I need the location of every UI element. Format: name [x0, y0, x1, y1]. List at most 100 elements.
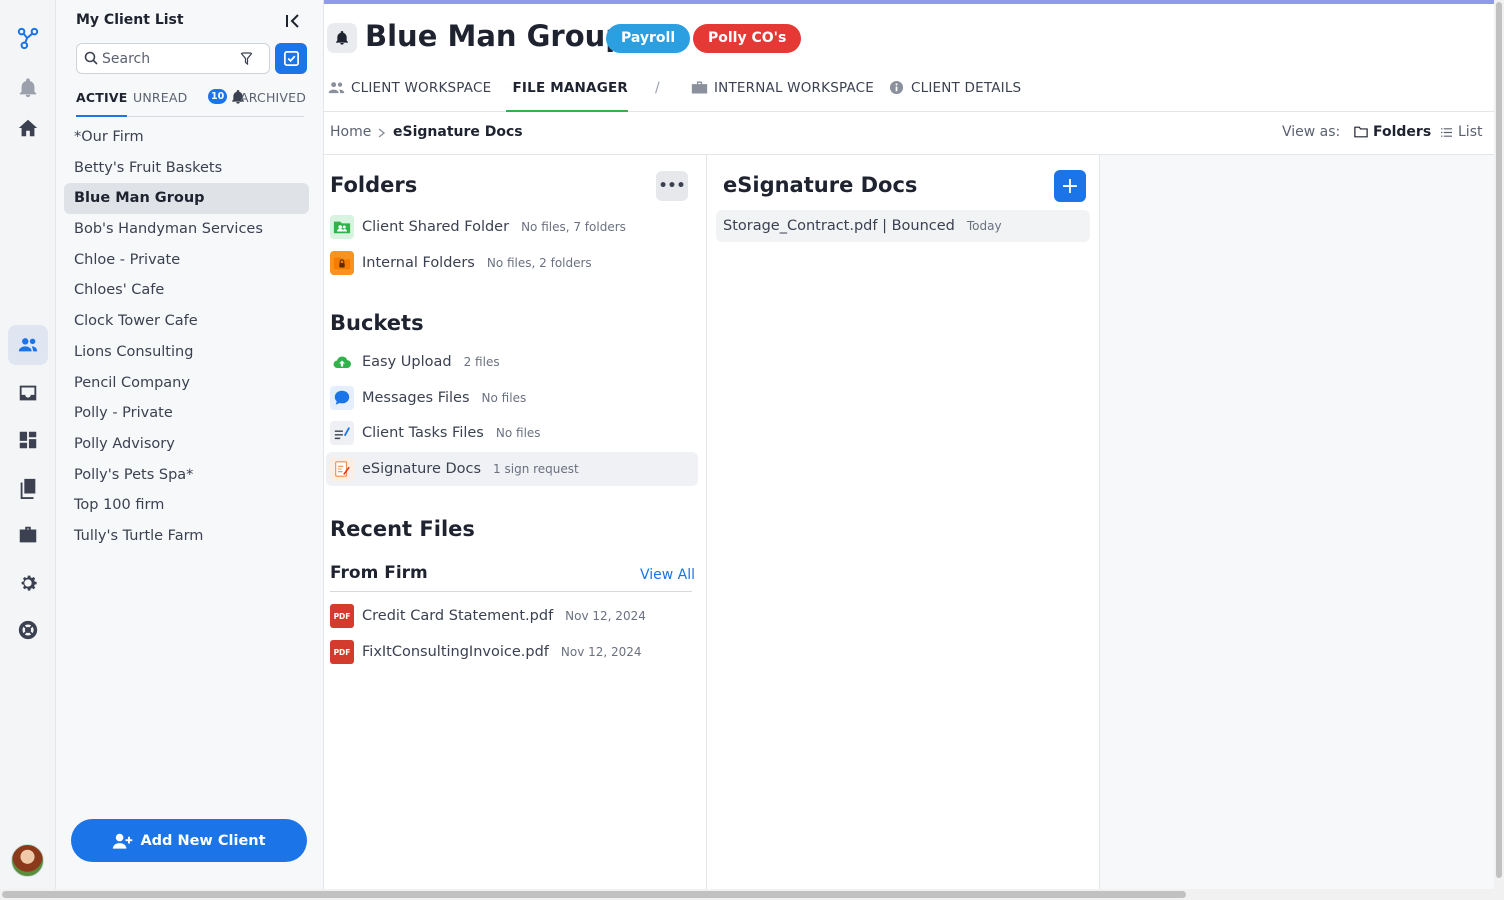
pdf-icon: PDF	[330, 604, 354, 628]
document-row[interactable]: Storage_Contract.pdf | Bounced Today	[716, 210, 1090, 242]
logo-icon[interactable]	[8, 18, 48, 58]
client-list-panel: My Client List ACTIVE UNREAD 10 ARCHIVED…	[56, 0, 324, 900]
dashboard-icon[interactable]	[8, 420, 48, 460]
recent-file-row[interactable]: PDF Credit Card Statement.pdf Nov 12, 20…	[326, 599, 698, 633]
file-date: Nov 12, 2024	[560, 645, 642, 659]
more-options-button[interactable]: •••	[656, 171, 688, 201]
client-item[interactable]: Pencil Company	[64, 368, 309, 399]
client-item[interactable]: Polly - Private	[64, 398, 309, 429]
recent-file-row[interactable]: PDF FixItConsultingInvoice.pdf Nov 12, 2…	[326, 635, 698, 669]
file-date: Nov 12, 2024	[565, 609, 646, 623]
icon-rail	[0, 0, 56, 900]
folder-name: Internal Folders	[362, 255, 475, 271]
support-icon[interactable]	[8, 610, 48, 650]
breadcrumb-current: eSignature Docs	[393, 124, 523, 140]
folder-name: Client Shared Folder	[362, 219, 510, 235]
breadcrumb-home[interactable]: Home	[330, 124, 371, 140]
briefcase-icon	[691, 81, 708, 94]
bucket-meta: 1 sign request	[493, 462, 579, 476]
horizontal-scrollbar[interactable]	[0, 889, 1494, 900]
tab-active[interactable]: ACTIVE	[76, 90, 128, 117]
add-document-button[interactable]: +	[1054, 170, 1086, 202]
view-list-option[interactable]: List	[1440, 124, 1482, 140]
bucket-name: Easy Upload	[362, 354, 452, 370]
from-firm-title: From Firm	[330, 563, 428, 583]
client-item[interactable]: *Our Firm	[64, 122, 309, 153]
tab-internal-workspace[interactable]: INTERNAL WORKSPACE	[691, 74, 874, 112]
list-icon	[1441, 127, 1452, 137]
documents-icon[interactable]	[8, 468, 48, 508]
view-all-link[interactable]: View All	[640, 567, 695, 583]
tab-archived[interactable]: ARCHIVED	[240, 90, 306, 105]
client-item[interactable]: Lions Consulting	[64, 337, 309, 368]
tag-payroll[interactable]: Payroll	[606, 24, 691, 53]
tab-client-workspace-label: CLIENT WORKSPACE	[351, 80, 492, 96]
bucket-meta: No files	[495, 426, 541, 440]
bell-icon[interactable]	[8, 68, 48, 108]
view-as-label: View as:	[1282, 124, 1341, 140]
client-item[interactable]: Chloe - Private	[64, 245, 309, 276]
recent-files-title: Recent Files	[330, 517, 475, 541]
collapse-panel-icon[interactable]	[284, 12, 302, 30]
add-new-client-label: Add New Client	[140, 832, 266, 849]
search-input[interactable]	[102, 49, 242, 69]
client-item[interactable]: Polly's Pets Spa*	[64, 460, 309, 491]
folder-row[interactable]: Client Shared Folder No files, 7 folders	[326, 210, 698, 244]
breadcrumb-bar: Home eSignature Docs View as: Folders Li…	[324, 113, 1494, 155]
vertical-scrollbar[interactable]	[1494, 0, 1504, 900]
settings-icon[interactable]	[8, 563, 48, 603]
cloud-upload-icon	[330, 350, 354, 374]
folder-row[interactable]: Internal Folders No files, 2 folders	[326, 246, 698, 280]
client-item[interactable]: Tully's Turtle Farm	[64, 521, 309, 552]
preview-column	[1100, 155, 1494, 890]
tab-client-workspace[interactable]: CLIENT WORKSPACE	[328, 74, 491, 112]
select-clients-button[interactable]	[275, 43, 307, 74]
tab-internal-workspace-label: INTERNAL WORKSPACE	[714, 80, 874, 96]
workspace-tabs: CLIENT WORKSPACE FILE MANAGER / INTERNAL…	[324, 74, 1494, 112]
client-item[interactable]: Clock Tower Cafe	[64, 306, 309, 337]
clients-icon[interactable]	[8, 325, 48, 365]
folders-column: Folders ••• Client Shared Folder No file…	[324, 155, 707, 890]
tab-client-details[interactable]: CLIENT DETAILS	[888, 74, 1021, 112]
client-item[interactable]: Polly Advisory	[64, 429, 309, 460]
scrollbar-thumb[interactable]	[1496, 2, 1502, 878]
bucket-row[interactable]: Client Tasks Files No files	[326, 416, 698, 450]
file-name: Credit Card Statement.pdf	[362, 608, 554, 624]
folder-meta: No files, 2 folders	[486, 256, 592, 270]
client-item[interactable]: Bob's Handyman Services	[64, 214, 309, 245]
scrollbar-thumb[interactable]	[2, 891, 1186, 898]
view-folders-label: Folders	[1373, 124, 1432, 140]
tab-unread[interactable]: UNREAD	[133, 90, 187, 105]
pdf-icon: PDF	[330, 640, 354, 664]
client-list-title: My Client List	[76, 12, 184, 28]
client-item[interactable]: Chloes' Cafe	[64, 275, 309, 306]
bucket-row[interactable]: Easy Upload 2 files	[326, 345, 698, 379]
buckets-title: Buckets	[330, 311, 424, 335]
bucket-row[interactable]: Messages Files No files	[326, 381, 698, 415]
bucket-meta: No files	[481, 391, 527, 405]
view-folders-option[interactable]: Folders	[1354, 124, 1431, 140]
folders-title: Folders	[330, 173, 418, 197]
folder-meta: No files, 7 folders	[521, 220, 626, 234]
home-icon[interactable]	[8, 108, 48, 148]
file-name: FixItConsultingInvoice.pdf	[362, 644, 549, 660]
tag-polly-cos[interactable]: Polly CO's	[693, 24, 802, 53]
tab-client-details-label: CLIENT DETAILS	[911, 80, 1022, 96]
bucket-meta: 2 files	[463, 355, 500, 369]
tab-file-manager[interactable]: FILE MANAGER	[506, 74, 628, 112]
bucket-name: Messages Files	[362, 390, 470, 406]
bucket-row-selected[interactable]: eSignature Docs 1 sign request	[326, 452, 698, 486]
bell-icon	[336, 31, 348, 45]
client-notification-button[interactable]	[327, 23, 357, 53]
add-new-client-button[interactable]: Add New Client	[71, 819, 307, 862]
user-avatar[interactable]	[11, 844, 44, 877]
client-list: *Our Firm Betty's Fruit Baskets Blue Man…	[64, 122, 309, 552]
filter-icon[interactable]	[240, 52, 253, 65]
inbox-icon[interactable]	[8, 373, 48, 413]
briefcase-icon[interactable]	[8, 515, 48, 555]
client-item[interactable]: Betty's Fruit Baskets	[64, 153, 309, 184]
client-item[interactable]: Top 100 firm	[64, 490, 309, 521]
unread-count-badge: 10	[208, 89, 228, 104]
client-item-selected[interactable]: Blue Man Group	[64, 183, 309, 215]
users-icon	[328, 82, 345, 94]
